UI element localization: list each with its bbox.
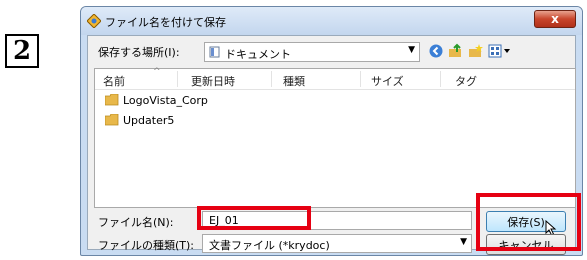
app-icon [87,14,101,28]
file-name-highlight [197,206,311,230]
file-list[interactable]: 名前 ^ 更新日時 種類 サイズ タグ LogoVista_Corp Updat… [94,67,576,208]
location-value: ドキュメント [225,48,291,61]
sort-ascending-icon: ^ [153,67,161,77]
item-name: Updater5 [123,113,175,127]
view-menu-icon[interactable] [488,43,512,59]
new-folder-icon[interactable] [468,43,484,59]
column-size[interactable]: サイズ [371,73,404,89]
file-type-dropdown[interactable]: 文書ファイル (*krydoc) ▼ [202,234,472,253]
chevron-down-icon: ▼ [460,237,467,247]
folder-icon [105,94,119,106]
folder-icon [105,114,119,126]
documents-icon [209,46,221,58]
item-name: LogoVista_Corp [123,93,208,107]
title-bar[interactable]: ファイル名を付けて保存 x [81,7,582,35]
column-modified[interactable]: 更新日時 [191,73,235,89]
file-type-label: ファイルの種類(T): [98,239,195,252]
location-label: 保存する場所(I): [98,46,180,59]
save-as-dialog: ファイル名を付けて保存 x 保存する場所(I): ドキュメント ▼ 名前 ^ 更… [80,6,583,256]
column-type[interactable]: 種類 [283,73,305,89]
back-icon[interactable] [428,43,444,59]
dialog-title: ファイル名を付けて保存 [105,16,226,29]
column-name[interactable]: 名前 [103,73,125,89]
location-dropdown[interactable]: ドキュメント ▼ [204,42,420,62]
file-type-value: 文書ファイル (*krydoc) [209,239,330,252]
up-folder-icon[interactable] [448,43,464,59]
close-button[interactable]: x [534,10,576,28]
list-item[interactable]: LogoVista_Corp [105,91,208,109]
save-button-highlight [476,193,581,251]
column-tags[interactable]: タグ [455,73,477,89]
step-number-badge: 2 [5,34,39,68]
file-name-label: ファイル名(N): [98,216,174,229]
list-item[interactable]: Updater5 [105,111,174,129]
column-headers: 名前 ^ 更新日時 種類 サイズ タグ [95,67,575,90]
chevron-down-icon: ▼ [408,45,415,55]
